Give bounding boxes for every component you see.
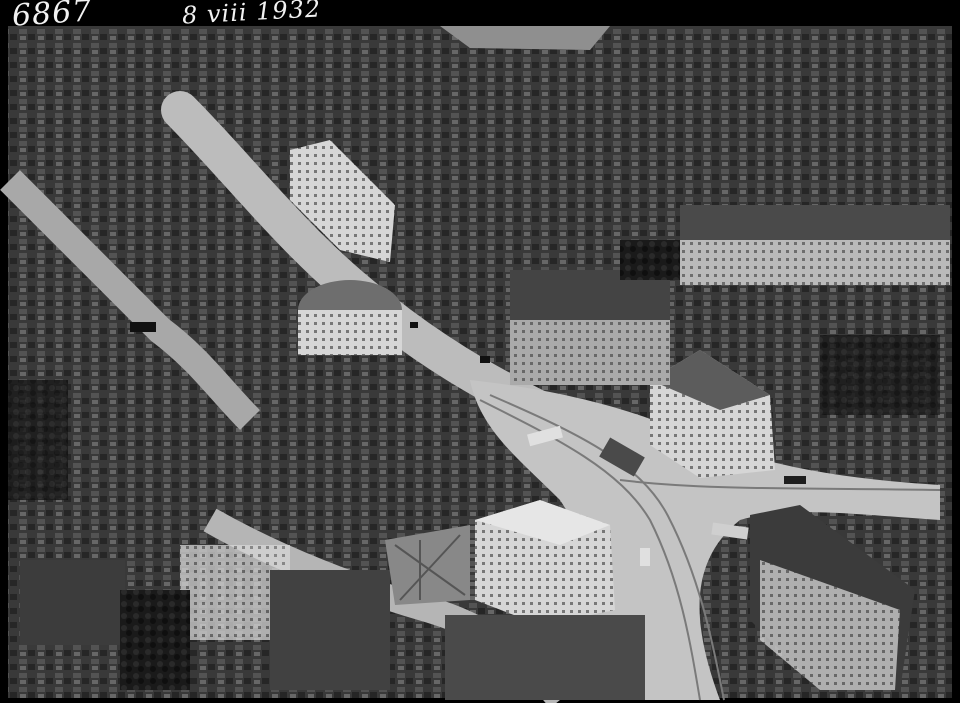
photo-frame: 6867 8 viii 1932 (0, 0, 960, 703)
aerial-photo (0, 26, 952, 703)
plate-number: 6867 (10, 0, 94, 34)
photo-image (0, 26, 952, 703)
